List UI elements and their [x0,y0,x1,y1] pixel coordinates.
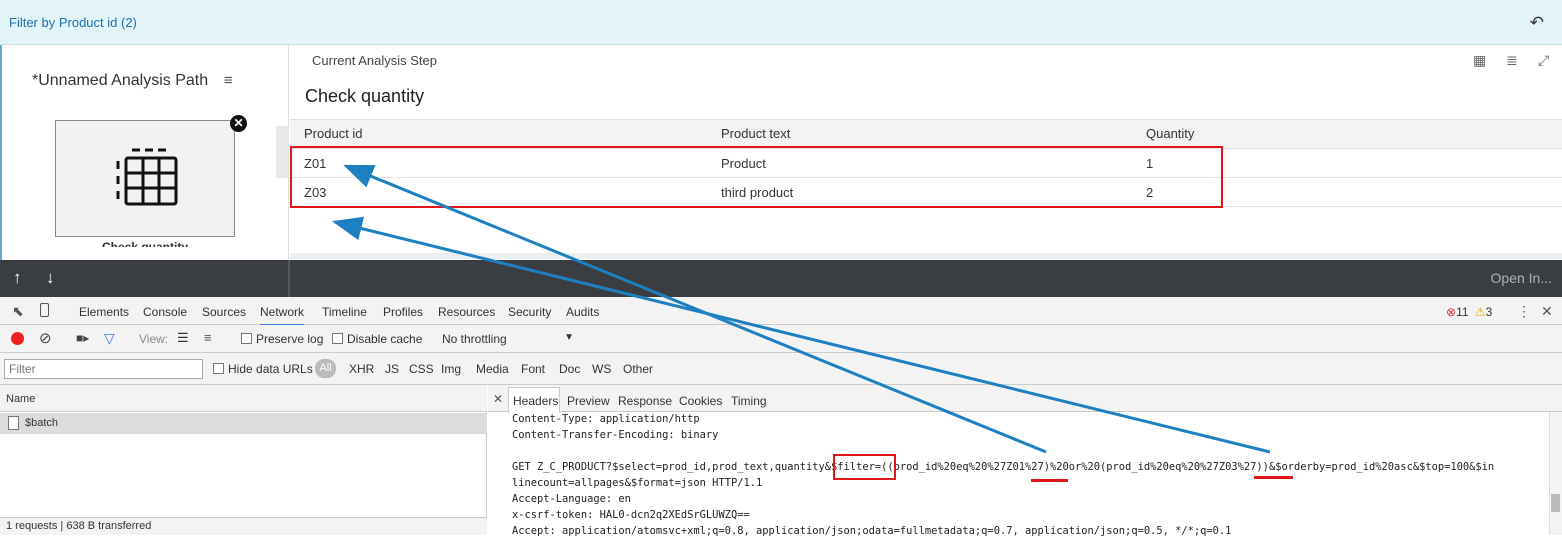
filter-js[interactable]: JS [385,362,399,376]
hide-data-urls-checkbox[interactable]: Hide data URLs [213,362,313,376]
request-name[interactable]: $batch [25,417,58,429]
code-line: Content-Transfer-Encoding: binary [512,429,719,441]
list-view-icon[interactable]: ≣ [1506,52,1518,69]
column-header[interactable]: Quantity [1146,126,1194,141]
analysis-path-title: *Unnamed Analysis Path [32,72,209,89]
code-line: Content-Type: application/http [512,413,700,425]
error-icon: ⊗ [1446,305,1457,319]
filter-css[interactable]: CSS [409,362,434,376]
menu-icon[interactable]: ≡ [224,72,233,89]
filter-doc[interactable]: Doc [559,362,580,376]
filter-ws[interactable]: WS [592,362,611,376]
hide-data-urls-label: Hide data URLs [228,362,313,376]
inspect-icon[interactable]: ⬉ [12,303,24,320]
tab-elements[interactable]: Elements [79,305,129,319]
scrollbar-thumb[interactable] [1551,494,1560,512]
analysis-step-card[interactable] [55,120,235,237]
throttling-value: No throttling [442,332,507,346]
warning-icon: ⚠ [1474,305,1486,319]
close-icon[interactable]: ✕ [493,392,503,406]
tab-headers[interactable]: Headers [513,394,558,408]
arrow-down-icon[interactable]: ↓ [46,268,55,288]
code-line: linecount=allpages&$format=json HTTP/1.1 [512,477,763,489]
open-in-button[interactable]: Open In... [1491,270,1552,286]
document-icon [8,416,19,430]
table-icon [116,148,178,206]
filter-img[interactable]: Img [441,362,461,376]
arrow-up-icon[interactable]: ↑ [13,268,22,288]
close-icon[interactable]: ✕ [1541,303,1553,320]
code-line: Accept-Language: en [512,493,631,505]
preserve-log-label: Preserve log [256,332,324,346]
tab-preview[interactable]: Preview [567,394,610,408]
name-column-header[interactable]: Name [6,393,35,405]
disable-cache-checkbox[interactable]: Disable cache [332,332,422,346]
throttling-select[interactable]: No throttling ▼ [442,332,577,346]
error-count-value: 11 [1456,305,1469,319]
scrollbar[interactable] [1549,412,1562,535]
view-label: View: [139,332,169,346]
table-header [290,119,1562,149]
step-heading: Check quantity [305,86,425,106]
preserve-log-checkbox[interactable]: Preserve log [241,332,323,346]
clear-icon[interactable]: ⊘ [39,329,52,347]
record-icon[interactable] [11,332,24,345]
tab-cookies[interactable]: Cookies [679,394,722,408]
filter-icon[interactable]: ▽ [104,330,115,347]
request-row[interactable] [0,413,487,434]
column-header[interactable]: Product id [304,126,363,141]
highlight-underline [1254,476,1293,479]
tab-audits[interactable]: Audits [566,305,599,319]
filter-font[interactable]: Font [521,362,545,376]
divider [288,260,290,297]
highlight-box [290,146,1223,208]
error-count[interactable]: ⊗11 ⚠3 [1446,305,1492,319]
request-list-header [0,385,487,412]
highlight-box [833,454,896,480]
scrollbar[interactable] [276,126,289,178]
filter-bar [0,0,1562,45]
tab-profiles[interactable]: Profiles [383,305,423,319]
column-header[interactable]: Product text [721,126,790,141]
fullscreen-icon[interactable]: ⤢ [1538,52,1549,69]
tab-security[interactable]: Security [508,305,551,319]
more-icon[interactable]: ⋮ [1517,303,1531,320]
waterfall-icon[interactable]: ≡ [204,330,212,345]
chevron-down-icon: ▼ [564,332,574,343]
current-step-header: Current Analysis Step [312,53,438,68]
warning-count-value: 3 [1485,305,1493,319]
filter-other[interactable]: Other [623,362,653,376]
filter-input[interactable] [4,359,203,379]
large-rows-icon[interactable]: ☰ [177,330,189,346]
close-icon[interactable]: ✕ [230,115,247,132]
tab-sources[interactable]: Sources [202,305,246,319]
table-view-icon[interactable]: ▦ [1473,52,1486,69]
filter-media[interactable]: Media [476,362,509,376]
highlight-underline [1031,479,1068,482]
network-toolbar [0,325,1562,353]
undo-icon[interactable]: ↶ [1530,13,1544,33]
status-text: 1 requests | 638 B transferred [6,520,152,532]
code-line: GET Z_C_PRODUCT?$select=prod_id,prod_tex… [512,461,1495,473]
tab-resources[interactable]: Resources [438,305,495,319]
device-icon[interactable] [40,303,49,317]
table-footer [290,253,1562,259]
tab-response[interactable]: Response [618,394,672,408]
camera-icon[interactable]: ■▸ [76,331,89,345]
disable-cache-label: Disable cache [347,332,423,346]
footer-bar [0,260,1562,297]
tab-network[interactable]: Network [260,305,305,326]
step-label: Check quantity [101,240,188,247]
filter-all[interactable]: All [315,359,336,378]
tab-timeline[interactable]: Timeline [322,305,367,319]
tab-console[interactable]: Console [143,305,187,319]
filter-title[interactable]: Filter by Product id (2) [9,15,137,30]
code-line: Accept: application/atomsvc+xml;q=0.8, a… [512,525,1232,537]
code-line: x-csrf-token: HAL0-dcn2q2XEdSrGLUWZQ== [512,509,750,521]
filter-xhr[interactable]: XHR [349,362,374,376]
tab-timing[interactable]: Timing [731,394,767,408]
